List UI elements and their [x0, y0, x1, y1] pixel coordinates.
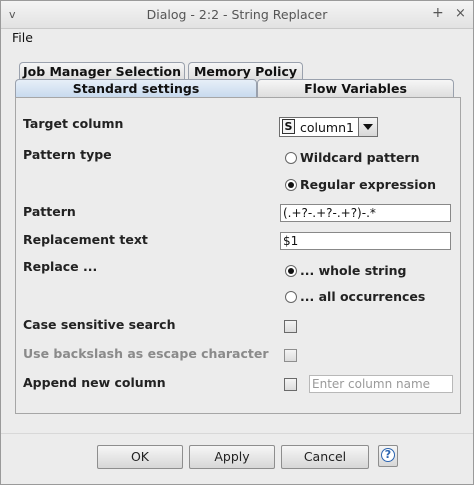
chevron-down-icon[interactable] [358, 118, 377, 136]
replace-label: Replace ... [23, 259, 98, 274]
window-title: Dialog - 2:2 - String Replacer [146, 7, 328, 22]
regular-expression-label[interactable]: Regular expression [300, 177, 436, 192]
all-occurrences-radio[interactable] [285, 291, 297, 303]
replacement-text-label: Replacement text [23, 232, 148, 247]
tab-job-manager-selection[interactable]: Job Manager Selection [19, 62, 185, 80]
backslash-escape-label: Use backslash as escape character [23, 346, 269, 361]
dialog-window: v Dialog - 2:2 - String Replacer + × Fil… [0, 0, 474, 485]
maximize-icon[interactable]: + [432, 5, 444, 21]
cancel-button[interactable]: Cancel [281, 445, 369, 469]
button-bar-separator [1, 433, 473, 434]
case-sensitive-label: Case sensitive search [23, 317, 176, 332]
append-column-label: Append new column [23, 375, 166, 390]
wildcard-pattern-radio[interactable] [285, 152, 297, 164]
pattern-type-label: Pattern type [23, 147, 112, 162]
close-icon[interactable]: × [455, 6, 466, 21]
target-column-value: column1 [300, 120, 354, 135]
new-column-name-input[interactable]: Enter column name [309, 375, 453, 393]
target-column-label: Target column [23, 116, 124, 131]
menu-bar: File [1, 28, 473, 48]
title-bar[interactable]: v Dialog - 2:2 - String Replacer + × [1, 1, 473, 29]
target-column-select[interactable]: S column1 [279, 117, 378, 137]
ok-button[interactable]: OK [97, 445, 183, 469]
tab-standard-settings[interactable]: Standard settings [15, 79, 257, 97]
help-button[interactable]: ? [378, 445, 398, 467]
settings-panel [15, 97, 461, 414]
append-column-checkbox[interactable] [284, 378, 297, 391]
menu-file[interactable]: File [12, 30, 33, 45]
help-icon: ? [381, 448, 395, 462]
whole-string-label[interactable]: ... whole string [300, 263, 406, 278]
replacement-text-input[interactable]: $1 [280, 232, 451, 250]
all-occurrences-label[interactable]: ... all occurrences [300, 289, 425, 304]
pattern-input[interactable]: (.+?-.+?-.+?)-.* [280, 204, 451, 222]
case-sensitive-checkbox[interactable] [284, 320, 297, 333]
whole-string-radio[interactable] [285, 265, 297, 277]
tab-memory-policy[interactable]: Memory Policy [188, 62, 303, 80]
backslash-escape-checkbox [284, 349, 297, 362]
apply-button[interactable]: Apply [189, 445, 275, 469]
pattern-label: Pattern [23, 204, 76, 219]
wildcard-pattern-label[interactable]: Wildcard pattern [300, 150, 420, 165]
tab-flow-variables[interactable]: Flow Variables [257, 79, 454, 97]
regular-expression-radio[interactable] [285, 179, 297, 191]
string-type-icon: S [282, 119, 295, 134]
